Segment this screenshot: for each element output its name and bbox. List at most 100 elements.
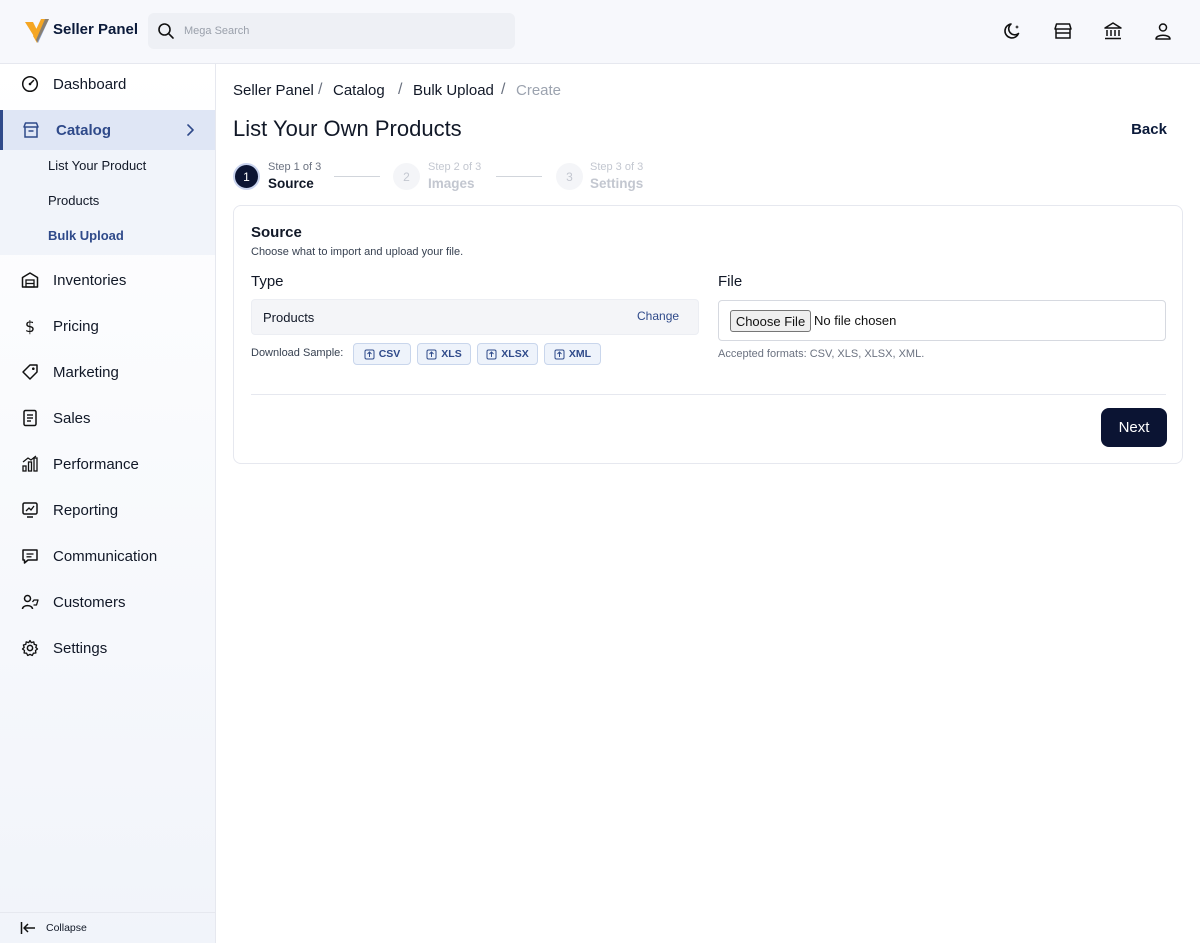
download-xlsx-button[interactable]: XLSX bbox=[477, 343, 538, 365]
step-3-indicator: 3 bbox=[556, 163, 583, 190]
chip-label: XML bbox=[568, 348, 592, 360]
step-connector bbox=[334, 176, 380, 177]
bar-chart-icon bbox=[22, 455, 38, 472]
submenu-item-list-your-product[interactable]: List Your Product bbox=[48, 158, 146, 173]
breadcrumb-item-seller-panel[interactable]: Seller Panel bbox=[233, 82, 314, 99]
download-icon bbox=[364, 349, 375, 359]
choose-file-button[interactable]: Choose File bbox=[730, 310, 811, 332]
bank-button[interactable] bbox=[1102, 20, 1124, 42]
next-button[interactable]: Next bbox=[1101, 408, 1167, 447]
search-bar bbox=[148, 13, 515, 49]
change-type-button[interactable]: Change bbox=[637, 309, 679, 323]
store-icon bbox=[1054, 23, 1072, 39]
download-icon bbox=[426, 349, 437, 359]
card-divider bbox=[251, 394, 1166, 395]
sidebar-item-pricing[interactable]: $ Pricing bbox=[0, 306, 215, 346]
sidebar-item-label: Sales bbox=[53, 410, 91, 427]
step-connector bbox=[496, 176, 542, 177]
svg-text:$: $ bbox=[25, 317, 35, 335]
breadcrumb-item-catalog[interactable]: Catalog bbox=[333, 82, 385, 99]
step-3-caption: Step 3 of 3 bbox=[590, 161, 644, 173]
sidebar-item-label: Inventories bbox=[53, 272, 127, 289]
accepted-formats-hint: Accepted formats: CSV, XLS, XLSX, XML. bbox=[718, 348, 925, 360]
chip-label: XLSX bbox=[501, 348, 529, 360]
card-title: Source bbox=[251, 224, 302, 241]
catalog-submenu: List Your Product Products Bulk Upload bbox=[0, 150, 215, 255]
step-2-caption: Step 2 of 3 bbox=[428, 161, 482, 173]
bank-icon bbox=[1104, 22, 1122, 40]
catalog-icon bbox=[23, 122, 39, 138]
sidebar-item-performance[interactable]: Performance bbox=[0, 444, 215, 484]
report-icon bbox=[22, 502, 38, 518]
file-status: No file chosen bbox=[814, 313, 897, 328]
page-title: List Your Own Products bbox=[233, 116, 462, 141]
customers-icon bbox=[21, 594, 39, 610]
sidebar: Dashboard Catalog List Your Product Prod… bbox=[0, 64, 216, 943]
breadcrumb-separator: / bbox=[318, 81, 323, 98]
sidebar-item-catalog[interactable]: Catalog bbox=[0, 110, 215, 150]
download-xls-button[interactable]: XLS bbox=[417, 343, 471, 365]
collapse-arrow-icon bbox=[20, 922, 35, 934]
sidebar-item-inventories[interactable]: Inventories bbox=[0, 260, 215, 300]
sidebar-item-label: Performance bbox=[53, 456, 139, 473]
breadcrumb-item-bulk-upload[interactable]: Bulk Upload bbox=[413, 82, 494, 99]
search-input[interactable] bbox=[184, 13, 504, 49]
profile-button[interactable] bbox=[1152, 20, 1174, 42]
breadcrumb-separator: / bbox=[501, 81, 506, 98]
dashboard-icon bbox=[21, 75, 39, 93]
download-sample-label: Download Sample: bbox=[251, 347, 344, 359]
tag-icon bbox=[22, 364, 38, 380]
submenu-item-products[interactable]: Products bbox=[48, 193, 99, 208]
receipt-icon bbox=[23, 409, 37, 427]
download-xml-button[interactable]: XML bbox=[544, 343, 601, 365]
theme-toggle-button[interactable] bbox=[1002, 20, 1024, 42]
source-card: Source Choose what to import and upload … bbox=[233, 205, 1183, 464]
back-button[interactable]: Back bbox=[1120, 118, 1178, 140]
sidebar-item-label: Marketing bbox=[53, 364, 119, 381]
download-csv-button[interactable]: CSV bbox=[353, 343, 411, 365]
breadcrumb-item-current: Create bbox=[516, 82, 562, 99]
sidebar-item-customers[interactable]: Customers bbox=[0, 582, 215, 622]
chat-icon bbox=[22, 549, 38, 564]
step-2-indicator: 2 bbox=[393, 163, 420, 190]
sidebar-item-dashboard[interactable]: Dashboard bbox=[0, 64, 215, 104]
sidebar-item-communication[interactable]: Communication bbox=[0, 536, 215, 576]
sidebar-item-label: Catalog bbox=[56, 122, 112, 139]
sidebar-item-label: Customers bbox=[53, 594, 126, 611]
collapse-label: Collapse bbox=[46, 922, 87, 934]
warehouse-icon bbox=[21, 272, 39, 288]
top-bar: Seller Panel bbox=[0, 0, 1200, 64]
breadcrumb-separator: / bbox=[398, 81, 403, 98]
sidebar-item-label: Communication bbox=[53, 548, 158, 565]
submenu-item-bulk-upload[interactable]: Bulk Upload bbox=[48, 228, 124, 243]
sidebar-item-label: Pricing bbox=[53, 318, 99, 335]
chip-label: XLS bbox=[441, 348, 462, 360]
sidebar-item-marketing[interactable]: Marketing bbox=[0, 352, 215, 392]
step-1-indicator: 1 bbox=[233, 163, 260, 190]
collapse-sidebar-button[interactable]: Collapse bbox=[0, 912, 215, 943]
search-icon bbox=[158, 23, 174, 39]
store-button[interactable] bbox=[1052, 20, 1074, 42]
chip-label: CSV bbox=[378, 348, 401, 360]
sidebar-item-settings[interactable]: Settings bbox=[0, 628, 215, 668]
card-description: Choose what to import and upload your fi… bbox=[251, 246, 464, 258]
sidebar-item-label: Reporting bbox=[53, 502, 119, 519]
download-icon bbox=[486, 349, 497, 359]
sidebar-item-reporting[interactable]: Reporting bbox=[0, 490, 215, 530]
type-value: Products bbox=[263, 310, 315, 325]
gear-icon bbox=[21, 639, 39, 657]
file-label: File bbox=[718, 273, 743, 290]
file-input[interactable]: Choose File No file chosen bbox=[718, 300, 1166, 341]
step-2-label: Images bbox=[428, 176, 475, 191]
step-1-label: Source bbox=[268, 176, 314, 191]
type-selector[interactable]: Products Change bbox=[251, 299, 699, 335]
step-1-caption: Step 1 of 3 bbox=[268, 161, 322, 173]
user-icon bbox=[1155, 23, 1171, 40]
dollar-icon: $ bbox=[25, 317, 35, 335]
sidebar-item-label: Settings bbox=[53, 640, 108, 657]
logo-icon bbox=[25, 19, 49, 43]
moon-icon bbox=[1004, 23, 1020, 39]
step-3-label: Settings bbox=[590, 176, 644, 191]
sidebar-item-sales[interactable]: Sales bbox=[0, 398, 215, 438]
download-icon bbox=[554, 349, 565, 359]
